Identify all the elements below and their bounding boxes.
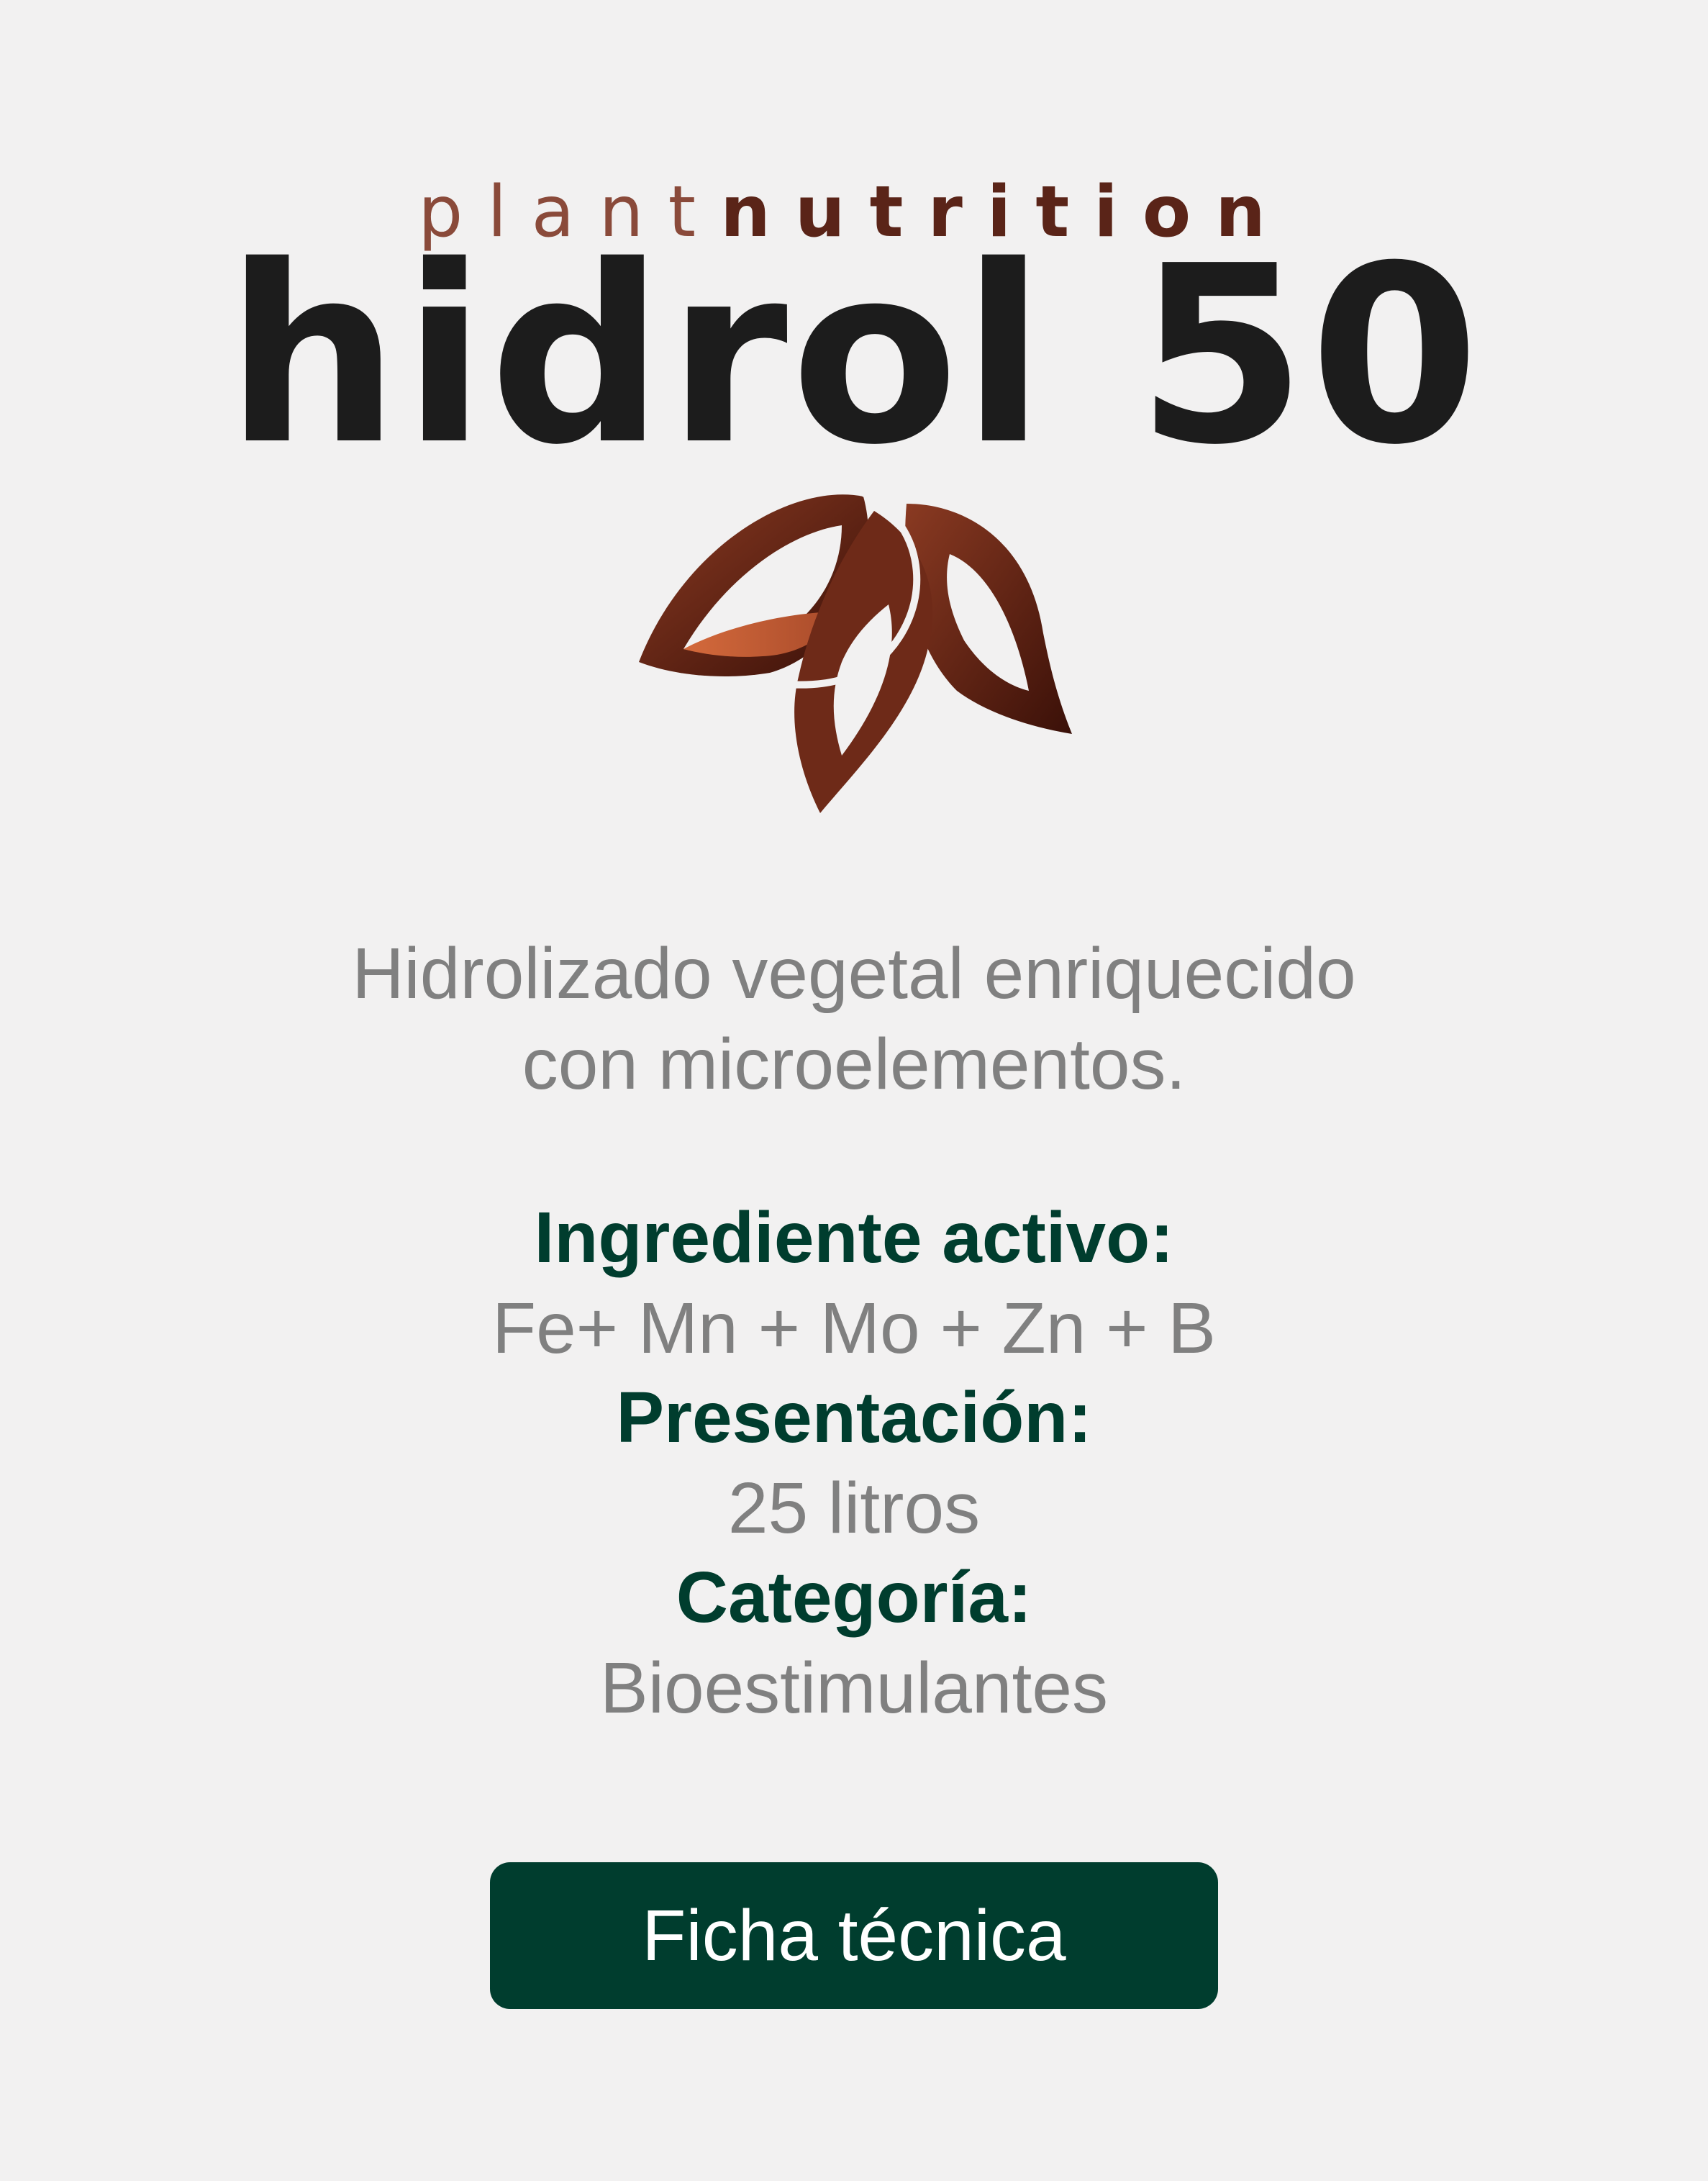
category-value: Bioestimulantes xyxy=(600,1648,1108,1728)
presentation-value: 25 litros xyxy=(727,1468,981,1549)
ingredient-label: Ingrediente activo: xyxy=(534,1197,1174,1278)
datasheet-button[interactable]: Ficha técnica xyxy=(490,1862,1218,2009)
description-line-2: con microelementos. xyxy=(522,1024,1186,1105)
product-card: plantnutrition hidrol 50 Hidrolizado veg… xyxy=(0,0,1708,2181)
leaf-trio-icon xyxy=(639,489,1072,813)
ingredient-value: Fe+ Mn + Mo + Zn + B xyxy=(491,1288,1216,1369)
description-line-1: Hidrolizado vegetal enriquecido xyxy=(352,933,1356,1014)
product-name: hidrol 50 xyxy=(225,214,1483,499)
product-description: Hidrolizado vegetal enriquecido con micr… xyxy=(0,928,1708,1110)
presentation-label: Presentación: xyxy=(616,1377,1092,1458)
category-label: Categoría: xyxy=(676,1557,1032,1638)
